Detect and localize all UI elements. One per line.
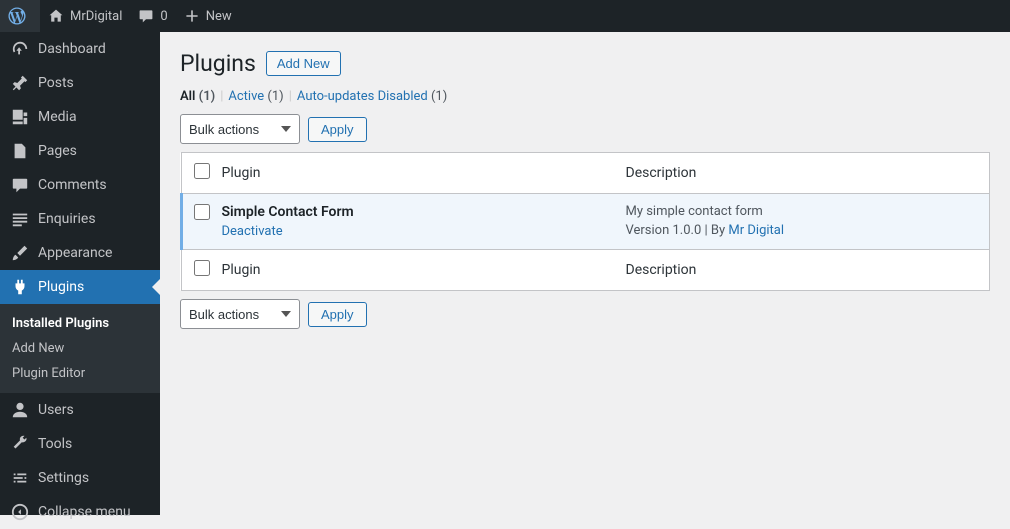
pin-icon: [10, 73, 30, 93]
main-content: Plugins Add New All (1) | Active (1) | A…: [160, 32, 1010, 515]
home-icon: [48, 8, 64, 24]
settings-icon: [10, 468, 30, 488]
brush-icon: [10, 243, 30, 263]
plugins-table: Plugin Description Simple Contact Form D…: [180, 152, 990, 291]
sidebar-item-label: Media: [38, 109, 77, 125]
bulk-actions-select[interactable]: Bulk actions: [180, 114, 300, 144]
table-row: Simple Contact Form Deactivate My simple…: [182, 194, 990, 250]
site-name-label: MrDigital: [70, 9, 122, 24]
user-icon: [10, 400, 30, 420]
dashboard-icon: [10, 39, 30, 59]
sidebar-item-label: Comments: [38, 177, 107, 193]
submenu-plugin-editor[interactable]: Plugin Editor: [0, 361, 160, 386]
col-description: Description: [616, 153, 990, 194]
filter-all[interactable]: All (1): [180, 89, 215, 104]
filter-links: All (1) | Active (1) | Auto-updates Disa…: [180, 89, 990, 104]
tablenav-bottom: Bulk actions Apply: [180, 299, 990, 329]
sidebar-item-collapse[interactable]: Collapse menu: [0, 495, 160, 529]
plugin-author-link[interactable]: Mr Digital: [728, 223, 784, 238]
enquiries-icon: [10, 209, 30, 229]
plugin-name: Simple Contact Form: [222, 204, 354, 220]
select-all-top[interactable]: [194, 163, 210, 179]
sidebar-item-posts[interactable]: Posts: [0, 66, 160, 100]
wp-logo[interactable]: [0, 0, 40, 32]
comments-link[interactable]: 0: [130, 0, 175, 32]
comment-icon: [138, 8, 154, 24]
sidebar-item-label: Pages: [38, 143, 77, 159]
deactivate-link[interactable]: Deactivate: [222, 224, 283, 239]
apply-button-top[interactable]: Apply: [308, 117, 367, 142]
tablenav-top: Bulk actions Apply: [180, 114, 990, 144]
admin-sidebar: Dashboard Posts Media Pages Comments E: [0, 32, 160, 515]
new-link[interactable]: New: [176, 0, 240, 32]
sidebar-item-dashboard[interactable]: Dashboard: [0, 32, 160, 66]
row-checkbox[interactable]: [194, 204, 210, 220]
wordpress-icon: [8, 7, 26, 25]
sidebar-item-settings[interactable]: Settings: [0, 461, 160, 495]
sidebar-item-label: Dashboard: [38, 41, 106, 57]
sidebar-item-comments[interactable]: Comments: [0, 168, 160, 202]
filter-active[interactable]: Active (1): [228, 89, 283, 104]
collapse-icon: [10, 502, 30, 522]
sidebar-item-appearance[interactable]: Appearance: [0, 236, 160, 270]
sidebar-item-tools[interactable]: Tools: [0, 427, 160, 461]
page-title: Plugins: [180, 50, 256, 77]
add-new-button[interactable]: Add New: [266, 51, 341, 76]
sidebar-item-enquiries[interactable]: Enquiries: [0, 202, 160, 236]
col-description-foot: Description: [616, 250, 990, 291]
bulk-actions-select-bottom[interactable]: Bulk actions: [180, 299, 300, 329]
plugins-submenu: Installed Plugins Add New Plugin Editor: [0, 304, 160, 393]
sidebar-item-label: Enquiries: [38, 211, 96, 227]
sidebar-item-label: Plugins: [38, 279, 84, 295]
comments-count: 0: [160, 9, 167, 24]
plus-icon: [184, 8, 200, 24]
comment-icon: [10, 175, 30, 195]
page-icon: [10, 141, 30, 161]
sidebar-item-plugins[interactable]: Plugins: [0, 270, 160, 304]
media-icon: [10, 107, 30, 127]
sidebar-item-label: Appearance: [38, 245, 112, 261]
select-all-bottom[interactable]: [194, 260, 210, 276]
sidebar-item-media[interactable]: Media: [0, 100, 160, 134]
new-label: New: [206, 9, 232, 24]
sidebar-item-label: Collapse menu: [38, 504, 131, 520]
sidebar-item-label: Posts: [38, 75, 74, 91]
plugin-icon: [10, 277, 30, 297]
apply-button-bottom[interactable]: Apply: [308, 302, 367, 327]
admin-bar: MrDigital 0 New: [0, 0, 1010, 32]
site-name-link[interactable]: MrDigital: [40, 0, 130, 32]
plugin-description: My simple contact form: [626, 204, 980, 219]
sidebar-item-label: Tools: [38, 436, 72, 452]
filter-auto-updates[interactable]: Auto-updates Disabled (1): [297, 89, 447, 104]
sidebar-item-label: Users: [38, 402, 74, 418]
wrench-icon: [10, 434, 30, 454]
sidebar-item-label: Settings: [38, 470, 89, 486]
col-plugin: Plugin: [212, 153, 616, 194]
col-plugin-foot: Plugin: [212, 250, 616, 291]
sidebar-item-pages[interactable]: Pages: [0, 134, 160, 168]
submenu-add-new[interactable]: Add New: [0, 336, 160, 361]
submenu-installed-plugins[interactable]: Installed Plugins: [0, 311, 160, 336]
sidebar-item-users[interactable]: Users: [0, 393, 160, 427]
plugin-meta: Version 1.0.0 | By Mr Digital: [626, 223, 980, 238]
